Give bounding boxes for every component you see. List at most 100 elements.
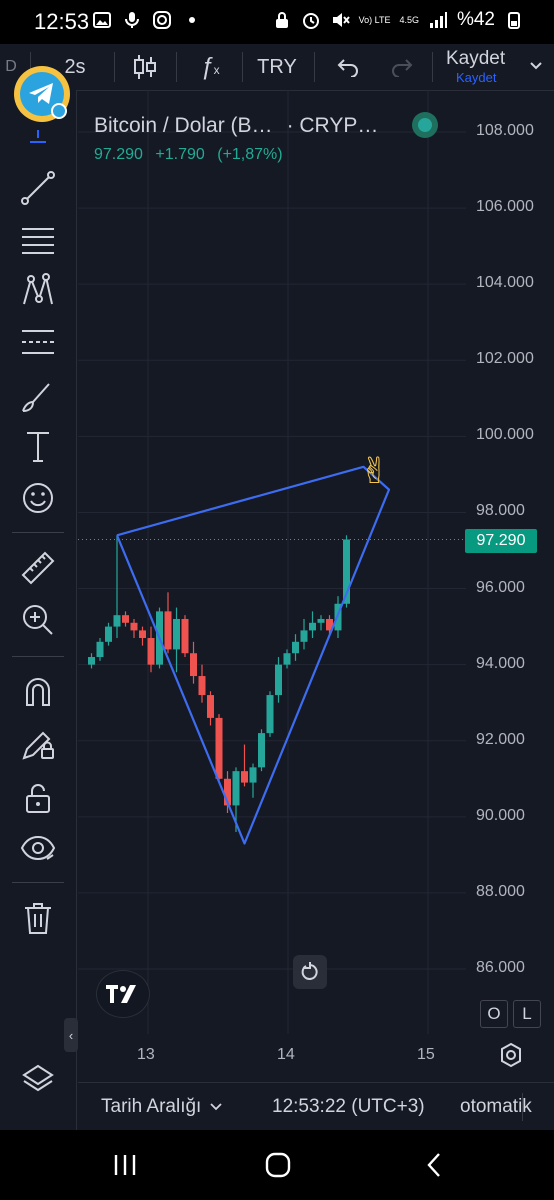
trend-line-tool[interactable] [18, 168, 58, 208]
ohlc-toggle-button[interactable]: O [480, 1000, 508, 1028]
candle-body [292, 641, 299, 654]
candle-body [275, 664, 282, 696]
candle-type-button[interactable] [122, 44, 168, 90]
network-gen: 4.5G [399, 14, 419, 25]
market-status-dot[interactable] [412, 112, 438, 138]
tradingview-logo [96, 970, 150, 1018]
candle-body [241, 771, 248, 783]
bottom-bar: Tarih Aralığı 12:53:22 (UTC+3) otomatik [78, 1082, 554, 1131]
time-tick: 14 [277, 1046, 295, 1063]
undo-button[interactable] [326, 44, 370, 90]
magnet-icon [26, 678, 50, 706]
candle-body [258, 733, 265, 768]
candle-body [88, 657, 95, 665]
recent-apps-icon[interactable] [110, 1150, 140, 1180]
candle-body [122, 615, 129, 623]
reset-icon [301, 962, 318, 980]
log-scale-button[interactable]: L [513, 1000, 541, 1028]
candle-body [198, 676, 206, 696]
brush-tool[interactable] [18, 376, 58, 416]
indicators-button[interactable]: ƒx [186, 44, 234, 90]
fib-tool[interactable] [18, 220, 58, 260]
crosshair-tool[interactable] [18, 130, 58, 150]
scale-mode-button[interactable]: otomatik [460, 1083, 532, 1131]
currency-button[interactable]: TRY [250, 44, 304, 90]
save-sublabel: Kaydet [456, 70, 497, 85]
lock-all-tool[interactable] [18, 778, 58, 818]
candle-body [113, 615, 121, 627]
zoom-in-icon [23, 605, 53, 635]
ohlc-legend: 97.290 +1.790 (+1,87%) [94, 146, 291, 164]
brush-icon [22, 383, 50, 412]
home-icon[interactable] [263, 1150, 293, 1180]
signal-icon [428, 10, 448, 30]
remove-drawings-tool[interactable] [18, 898, 58, 938]
gallery-icon [92, 10, 112, 30]
price-tick: 108.000 [476, 122, 534, 139]
price-tick: 96.000 [476, 578, 525, 596]
unlock-icon [26, 784, 50, 813]
dot-icon [182, 10, 202, 30]
android-nav-bar [0, 1130, 554, 1200]
battery-icon [504, 10, 524, 30]
victory-hand-emoji: ✌ [360, 450, 390, 491]
measure-tool[interactable] [18, 548, 58, 588]
price-tick: 102.000 [476, 350, 534, 368]
microphone-icon [122, 10, 142, 30]
candle-body [147, 638, 155, 665]
chevron-down-icon [210, 1103, 222, 1111]
reset-chart-button[interactable] [293, 955, 327, 989]
back-icon[interactable] [420, 1150, 450, 1180]
price-tick: 88.000 [476, 882, 525, 900]
price-tick: 106.000 [476, 198, 534, 216]
candle-body [130, 622, 138, 631]
candle-body [309, 622, 316, 631]
candle-body [96, 641, 104, 658]
price-change-pct: (+1,87%) [217, 146, 283, 163]
ruler-icon [21, 551, 55, 585]
instagram-icon [152, 10, 172, 30]
candle-body [173, 618, 180, 650]
price-tick: 90.000 [476, 806, 525, 824]
redo-button[interactable] [380, 44, 424, 90]
chevron-down-icon[interactable] [528, 58, 544, 74]
chart-toolbar: D 2s ƒx TRY Kaydet Kaydet [0, 44, 554, 91]
battery-text: %42 [456, 9, 495, 30]
status-time: 12:53 [34, 9, 90, 34]
collapse-toolbar-button[interactable]: ‹ [64, 1018, 78, 1052]
pattern-tool[interactable] [18, 270, 58, 310]
hide-drawings-tool[interactable] [18, 828, 58, 868]
timezone-button[interactable]: 12:53:22 (UTC+3) [272, 1083, 425, 1131]
crosshair-icon [30, 130, 46, 143]
symbol-legend[interactable]: Bitcoin / Dolar (B… · CRYP… [94, 114, 378, 138]
candle-body [164, 611, 172, 650]
candle-body [249, 767, 257, 783]
drawing-toolbar [0, 90, 77, 1130]
prediction-tool[interactable] [18, 322, 58, 362]
text-tool[interactable] [18, 426, 58, 466]
tv-logo-icon [106, 985, 136, 1003]
smile-icon [23, 483, 53, 513]
date-range-button[interactable]: Tarih Aralığı [101, 1083, 223, 1131]
text-icon [27, 432, 49, 462]
candle-body [215, 717, 223, 779]
magnet-tool[interactable] [18, 672, 58, 712]
fib-retracement-icon [22, 228, 54, 254]
mute-icon [330, 10, 350, 30]
price-tick: 100.000 [476, 426, 534, 444]
forecast-icon [22, 330, 54, 354]
telegram-bubble[interactable] [14, 66, 70, 122]
candle-body [300, 630, 308, 642]
save-button[interactable]: Kaydet Kaydet [446, 48, 536, 85]
trend-line-icon [21, 171, 55, 205]
object-tree-button[interactable] [18, 1060, 58, 1100]
settings-icon[interactable] [498, 1042, 524, 1068]
lock-drawing-tool[interactable] [18, 724, 58, 764]
eye-icon [20, 835, 56, 861]
candle-body [283, 653, 291, 665]
layers-icon [22, 1064, 54, 1092]
zoom-tool[interactable] [18, 600, 58, 640]
emoji-tool[interactable] [18, 478, 58, 518]
chevron-left-icon: ‹ [68, 1027, 74, 1043]
exchange-name: · CRYP… [286, 114, 379, 137]
